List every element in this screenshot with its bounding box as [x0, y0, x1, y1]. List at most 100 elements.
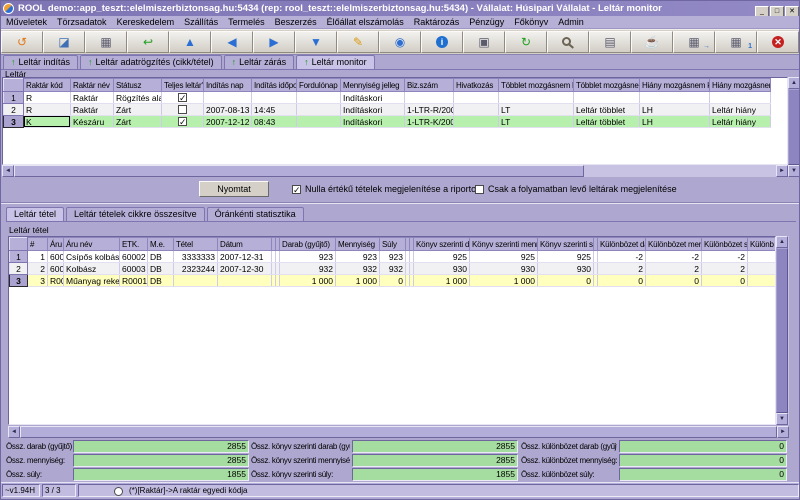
- cell[interactable]: [173, 274, 218, 287]
- menu-item-sz-ll-t-s[interactable]: Szállítás: [179, 17, 223, 27]
- cell[interactable]: 600: [47, 262, 64, 275]
- menu-item-f-k-nyv[interactable]: Főkönyv: [509, 17, 553, 27]
- column-header-k-nyv-szerinti-mennyis-g[interactable]: Könyv szerinti mennyiség: [469, 237, 538, 251]
- cell[interactable]: Indításkori: [340, 115, 405, 128]
- toolbar-info-button[interactable]: i: [421, 31, 463, 53]
- cell[interactable]: Csípős kolbás: [63, 250, 120, 263]
- column-header-teljes-lelt-r[interactable]: Teljes leltár?: [161, 78, 204, 92]
- cell[interactable]: 923: [279, 250, 336, 263]
- toolbar-previous-record-button[interactable]: ◀: [211, 31, 253, 53]
- tab-lelt-r-t-telek-cikkre-sszes-tve[interactable]: Leltár tételek cikkre összesítve: [66, 207, 205, 221]
- lower-vertical-scrollbar[interactable]: ▲ ▼: [776, 236, 789, 425]
- cell[interactable]: 923: [335, 250, 380, 263]
- only-in-progress-checkbox[interactable]: Csak a folyamatban levő leltárak megjele…: [475, 184, 677, 194]
- cell[interactable]: 08:43: [251, 115, 297, 128]
- toolbar-save-button[interactable]: ▦: [85, 31, 127, 53]
- cell[interactable]: 2323244: [173, 262, 218, 275]
- toolbar-rows-button[interactable]: ▤: [589, 31, 631, 53]
- cell[interactable]: R: [23, 91, 71, 104]
- cell[interactable]: 1 000: [335, 274, 380, 287]
- cell[interactable]: 0: [379, 274, 406, 287]
- cell[interactable]: [747, 262, 775, 275]
- toolbar-form-button[interactable]: ▣: [463, 31, 505, 53]
- cell[interactable]: 0: [537, 274, 594, 287]
- cell[interactable]: [747, 250, 775, 263]
- column-header-hivatkoz-s[interactable]: Hivatkozás: [453, 78, 499, 92]
- cell[interactable]: -2: [597, 250, 646, 263]
- cell[interactable]: [498, 91, 574, 104]
- cell[interactable]: [709, 91, 771, 104]
- cell[interactable]: Leltár többlet: [573, 103, 640, 116]
- column-header-k-l-nb-zet-mennyis-g[interactable]: Különbözet mennyiség: [645, 237, 702, 251]
- cell[interactable]: 3: [27, 274, 48, 287]
- toolbar-confirm-button[interactable]: ↩: [127, 31, 169, 53]
- scroll-down-icon[interactable]: ▼: [788, 165, 799, 177]
- column-header-rakt-r-n-v[interactable]: Raktár név: [70, 78, 114, 92]
- row-number[interactable]: 2: [3, 103, 24, 116]
- cell[interactable]: Készáru: [70, 115, 114, 128]
- toolbar-edit-button[interactable]: ✎: [337, 31, 379, 53]
- cell[interactable]: [251, 91, 297, 104]
- toolbar-refresh-button[interactable]: ↻: [505, 31, 547, 53]
- close-button[interactable]: ✕: [785, 5, 799, 17]
- cell[interactable]: Indításkori: [340, 103, 405, 116]
- column-header-t-bblet-mozg-snem[interactable]: Többlet mozgásnem: [573, 78, 640, 92]
- cell[interactable]: [296, 91, 341, 104]
- scrollbar-thumb[interactable]: [776, 248, 788, 413]
- filter-radio[interactable]: [114, 487, 123, 496]
- column-header-fordul-nap[interactable]: Fordulónap: [296, 78, 341, 92]
- cell[interactable]: [453, 115, 499, 128]
- cell[interactable]: LT: [498, 115, 574, 128]
- row-number[interactable]: 1: [9, 250, 28, 263]
- cell[interactable]: Zárt: [113, 115, 162, 128]
- cell[interactable]: 2007-12-12: [203, 115, 252, 128]
- cell[interactable]: 2007-08-13: [203, 103, 252, 116]
- toolbar-export-table-button[interactable]: ▦ →: [673, 31, 715, 53]
- toolbar-next-record-button[interactable]: ▶: [253, 31, 295, 53]
- cell[interactable]: 60003: [119, 262, 148, 275]
- column-header-ind-t-s-nap[interactable]: Indítás nap: [203, 78, 252, 92]
- cell[interactable]: R00: [47, 274, 64, 287]
- cell[interactable]: 925: [537, 250, 594, 263]
- menu-item-rakt-roz-s[interactable]: Raktározás: [409, 17, 465, 27]
- cell[interactable]: 2: [597, 262, 646, 275]
- column-header-hi-ny-mozg-snem[interactable]: Hiány mozgásnem: [709, 78, 771, 92]
- cell[interactable]: 14:45: [251, 103, 297, 116]
- scrollbar-thumb[interactable]: [20, 426, 777, 438]
- menu-item-beszerz-s[interactable]: Beszerzés: [270, 17, 322, 27]
- cell[interactable]: 1 000: [279, 274, 336, 287]
- column-header-rakt-r-k-d[interactable]: Raktár kód: [23, 78, 71, 92]
- maximize-button[interactable]: □: [770, 5, 784, 17]
- toolbar-search-button[interactable]: [547, 31, 589, 53]
- cell[interactable]: 932: [335, 262, 380, 275]
- cell[interactable]: 2007-12-31: [217, 250, 272, 263]
- cell[interactable]: LH: [639, 103, 710, 116]
- row-number[interactable]: 3: [3, 115, 24, 128]
- cell[interactable]: 1 000: [413, 274, 470, 287]
- cell[interactable]: ✓: [161, 91, 204, 104]
- cell[interactable]: [203, 91, 252, 104]
- checkbox-icon[interactable]: ✓: [178, 117, 187, 127]
- print-button[interactable]: Nyomtat: [199, 181, 269, 197]
- column-header-ru-n-v[interactable]: Áru név: [63, 237, 120, 251]
- cell[interactable]: [217, 274, 272, 287]
- cell[interactable]: [453, 91, 499, 104]
- minimize-button[interactable]: _: [755, 5, 769, 17]
- scroll-right-icon[interactable]: ►: [776, 165, 788, 177]
- cell[interactable]: LT: [498, 103, 574, 116]
- cell[interactable]: R0001: [119, 274, 148, 287]
- cell[interactable]: 932: [379, 262, 406, 275]
- scroll-up-icon[interactable]: ▲: [776, 236, 788, 248]
- scroll-up-icon[interactable]: ▲: [788, 77, 799, 89]
- column-header-etk[interactable]: ETK.: [119, 237, 148, 251]
- cell[interactable]: 925: [469, 250, 538, 263]
- cell[interactable]: 923: [379, 250, 406, 263]
- column-header-k-l-nb-zet-s-ly[interactable]: Különbözet súly: [701, 237, 748, 251]
- cell[interactable]: 0: [701, 274, 748, 287]
- tab-lelt-r-t-tel[interactable]: Leltár tétel: [6, 207, 65, 221]
- cell[interactable]: 0: [597, 274, 646, 287]
- cell[interactable]: 1 000: [469, 274, 538, 287]
- cell[interactable]: Kolbász: [63, 262, 120, 275]
- cell[interactable]: [747, 274, 775, 287]
- cell[interactable]: LH: [639, 115, 710, 128]
